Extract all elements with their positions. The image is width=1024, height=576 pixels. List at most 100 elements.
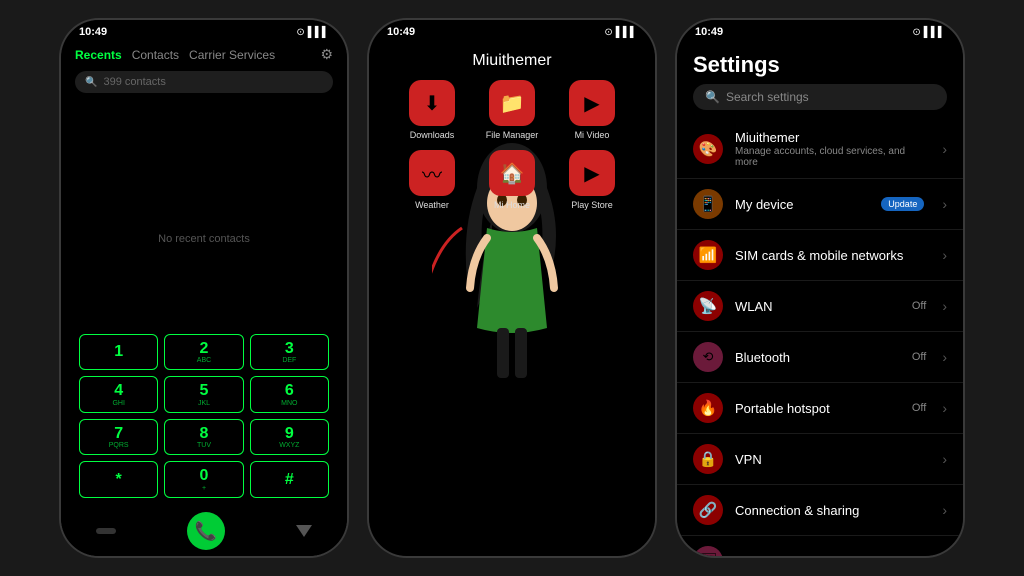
vpn-text: VPN — [735, 452, 930, 467]
miuithemer-text: Miuithemer Manage accounts, cloud servic… — [735, 130, 930, 168]
wlan-off: Off — [912, 300, 926, 312]
weather-icon: 〰 — [409, 150, 455, 196]
bluetooth-icon: ⟲ — [693, 342, 723, 372]
downloads-label: Downloads — [410, 130, 455, 140]
bottom-nav-1: 📞 — [61, 504, 347, 556]
mi-home-icon: 🏠 — [489, 150, 535, 196]
phone-home: 10:49 ⊙ ▌▌▌ — [367, 18, 657, 558]
key-hash[interactable]: # — [250, 461, 329, 498]
connection-title: Connection & sharing — [735, 503, 930, 518]
settings-miuithemer[interactable]: 🎨 Miuithemer Manage accounts, cloud serv… — [677, 120, 963, 179]
dialer-tabs: Recents Contacts Carrier Services ⚙ — [75, 46, 333, 63]
dialer-screen: Recents Contacts Carrier Services ⚙ 🔍 39… — [61, 42, 347, 556]
wallpaper-icon: 🖼 — [693, 546, 723, 556]
bluetooth-text: Bluetooth — [735, 350, 900, 365]
key-0[interactable]: 0+ — [164, 461, 243, 498]
home-app-name: Miuithemer — [472, 52, 551, 70]
play-store-icon: ▶ — [569, 150, 615, 196]
mi-home-label: Mi Home — [494, 200, 530, 210]
no-recent-section: 🗂 No recent contacts — [61, 101, 347, 328]
key-5[interactable]: 5JKL — [164, 376, 243, 413]
mi-video-icon: ▶ — [569, 80, 615, 126]
mi-video-label: Mi Video — [575, 130, 610, 140]
gear-icon[interactable]: ⚙ — [320, 46, 333, 63]
app-downloads[interactable]: ⬇ Downloads — [397, 80, 467, 140]
signal-icon-3: ⊙ — [912, 27, 920, 38]
status-icons-1: ⊙ ▌▌▌ — [296, 27, 329, 38]
hotspot-icon: 🔥 — [693, 393, 723, 423]
arrow-icon-4: › — [942, 349, 947, 365]
app-mi-video[interactable]: ▶ Mi Video — [557, 80, 627, 140]
status-bar-3: 10:49 ⊙ ▌▌▌ — [677, 20, 963, 42]
app-weather[interactable]: 〰 Weather — [397, 150, 467, 210]
vpn-icon: 🔒 — [693, 444, 723, 474]
hotspot-off: Off — [912, 402, 926, 414]
my-device-text: My device — [735, 197, 869, 212]
arrow-icon-0: › — [942, 141, 947, 157]
settings-vpn[interactable]: 🔒 VPN › — [677, 434, 963, 485]
battery-icon-1: ▌▌▌ — [308, 27, 329, 38]
phone-settings: 10:49 ⊙ ▌▌▌ Settings 🔍 Search settings 🎨… — [675, 18, 965, 558]
time-3: 10:49 — [695, 26, 723, 38]
downloads-icon: ⬇ — [409, 80, 455, 126]
settings-title: Settings — [677, 42, 963, 84]
wlan-text: WLAN — [735, 299, 900, 314]
back-icon[interactable] — [296, 525, 312, 537]
file-manager-label: File Manager — [486, 130, 539, 140]
key-1[interactable]: 1 — [79, 334, 158, 371]
settings-search-bar[interactable]: 🔍 Search settings — [693, 84, 947, 110]
sim-title: SIM cards & mobile networks — [735, 248, 930, 263]
arrow-icon-5: › — [942, 400, 947, 416]
app-mi-home[interactable]: 🏠 Mi Home — [477, 150, 547, 210]
arrow-icon-1: › — [942, 196, 947, 212]
arrow-icon-2: › — [942, 247, 947, 263]
arrow-icon-6: › — [942, 451, 947, 467]
key-8[interactable]: 8TUV — [164, 419, 243, 456]
miuithemer-sub: Manage accounts, cloud services, and mor… — [735, 146, 930, 168]
wallpaper-title: Wallpaper & personalization — [735, 554, 930, 557]
settings-sim[interactable]: 📶 SIM cards & mobile networks › — [677, 230, 963, 281]
connection-text: Connection & sharing — [735, 503, 930, 518]
play-store-label: Play Store — [571, 200, 613, 210]
settings-wlan[interactable]: 📡 WLAN Off › — [677, 281, 963, 332]
hotspot-title: Portable hotspot — [735, 401, 900, 416]
battery-icon-3: ▌▌▌ — [924, 27, 945, 38]
contacts-search-bar[interactable]: 🔍 399 contacts — [75, 71, 333, 93]
app-play-store[interactable]: ▶ Play Store — [557, 150, 627, 210]
settings-screen: Settings 🔍 Search settings 🎨 Miuithemer … — [677, 42, 963, 556]
wlan-title: WLAN — [735, 299, 900, 314]
settings-bluetooth[interactable]: ⟲ Bluetooth Off › — [677, 332, 963, 383]
tab-carrier[interactable]: Carrier Services — [189, 48, 275, 62]
arrow-icon-3: › — [942, 298, 947, 314]
call-button[interactable]: 📞 — [187, 512, 225, 550]
key-3[interactable]: 3DEF — [250, 334, 329, 371]
app-grid: ⬇ Downloads 📁 File Manager ▶ Mi Video 〰 … — [387, 80, 637, 210]
apps-icon[interactable] — [96, 528, 116, 534]
bluetooth-title: Bluetooth — [735, 350, 900, 365]
sim-text: SIM cards & mobile networks — [735, 248, 930, 263]
key-2[interactable]: 2ABC — [164, 334, 243, 371]
arrow-icon-8: › — [942, 553, 947, 556]
settings-wallpaper[interactable]: 🖼 Wallpaper & personalization › — [677, 536, 963, 556]
status-bar-1: 10:49 ⊙ ▌▌▌ — [61, 20, 347, 42]
weather-label: Weather — [415, 200, 449, 210]
contact-cards-icon: 🗂 — [186, 194, 222, 227]
settings-connection[interactable]: 🔗 Connection & sharing › — [677, 485, 963, 536]
key-7[interactable]: 7PQRS — [79, 419, 158, 456]
phone-dialer: 10:49 ⊙ ▌▌▌ Recents Contacts Carrier Ser… — [59, 18, 349, 558]
connection-icon: 🔗 — [693, 495, 723, 525]
key-6[interactable]: 6MNO — [250, 376, 329, 413]
update-badge: Update — [881, 197, 924, 211]
key-9[interactable]: 9WXYZ — [250, 419, 329, 456]
file-manager-icon: 📁 — [489, 80, 535, 126]
tab-recents[interactable]: Recents — [75, 48, 122, 62]
settings-hotspot[interactable]: 🔥 Portable hotspot Off › — [677, 383, 963, 434]
settings-my-device[interactable]: 📱 My device Update › — [677, 179, 963, 230]
app-file-manager[interactable]: 📁 File Manager — [477, 80, 547, 140]
tab-contacts[interactable]: Contacts — [132, 48, 179, 62]
key-star[interactable]: * — [79, 461, 158, 498]
wallpaper-text: Wallpaper & personalization — [735, 554, 930, 557]
arrow-icon-7: › — [942, 502, 947, 518]
key-4[interactable]: 4GHI — [79, 376, 158, 413]
no-recent-text: No recent contacts — [158, 233, 250, 245]
